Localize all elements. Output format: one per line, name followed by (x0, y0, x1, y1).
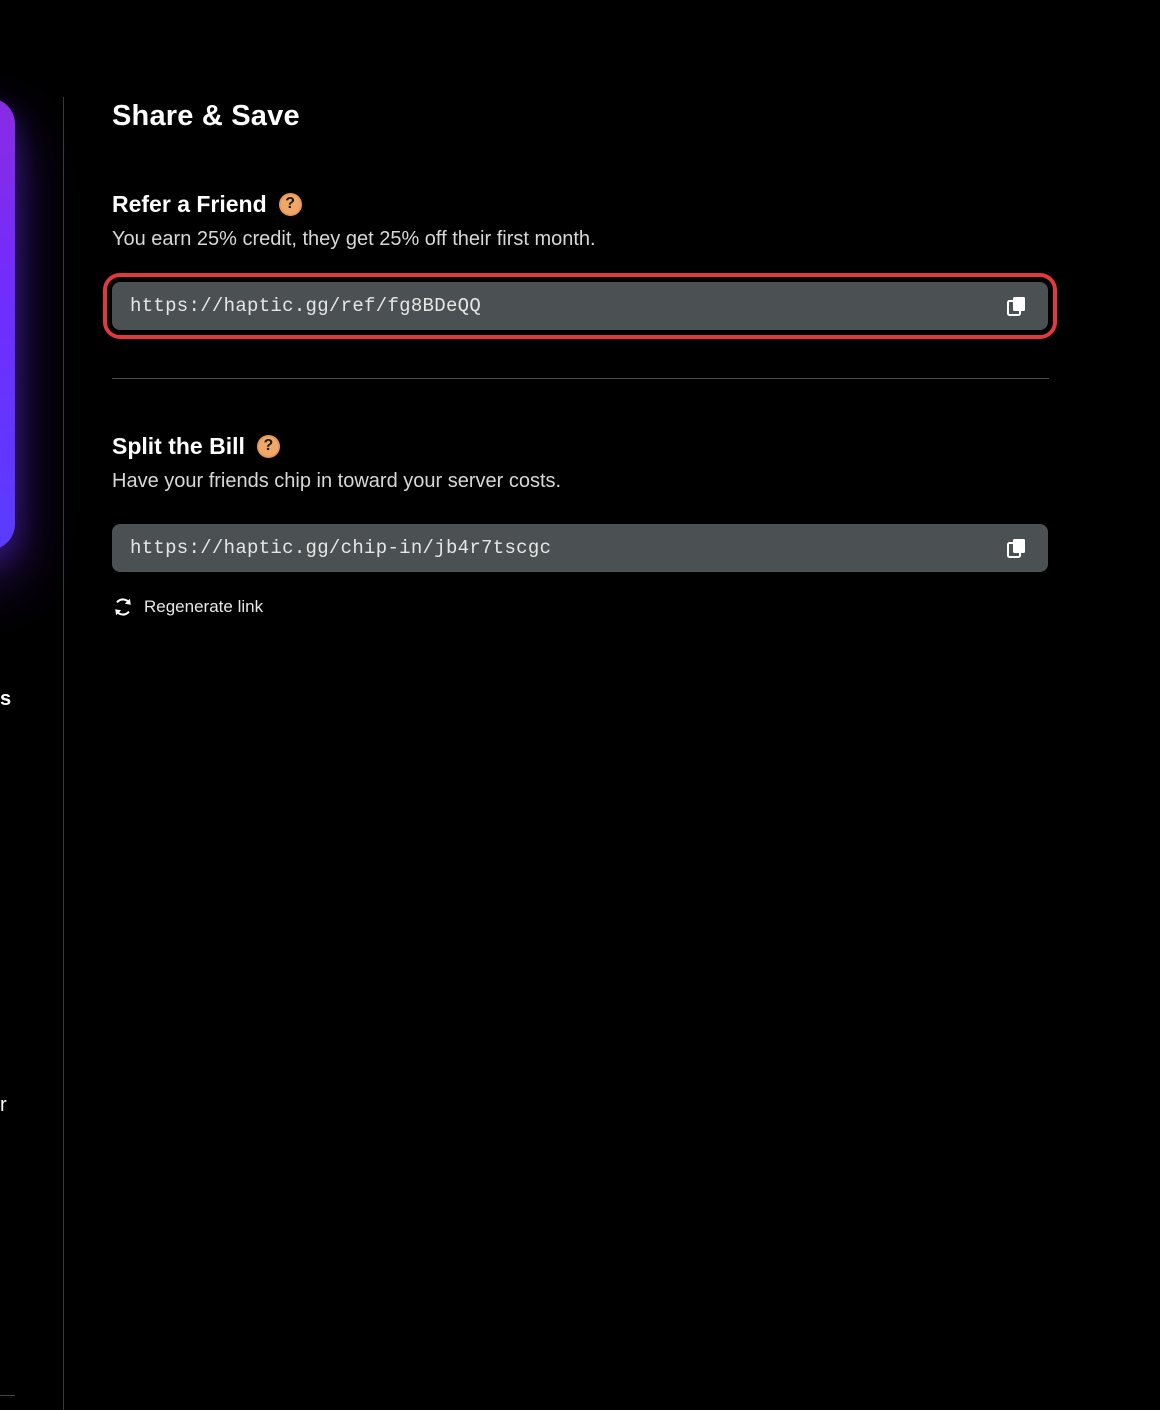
app-window: s r Share & Save Refer a Friend ? You ea… (0, 0, 1160, 1410)
sidebar-divider (0, 1395, 15, 1396)
section-header: Refer a Friend ? (112, 188, 1049, 220)
copy-icon-graphic (1007, 539, 1025, 558)
copy-icon[interactable] (1004, 535, 1030, 561)
chip-in-link-text[interactable]: https://haptic.gg/chip-in/jb4r7tscgc (130, 537, 1004, 559)
refresh-icon (115, 598, 131, 616)
copy-icon[interactable] (1004, 293, 1030, 319)
section-title: Refer a Friend (112, 190, 267, 217)
chip-in-link-field[interactable]: https://haptic.gg/chip-in/jb4r7tscgc (112, 524, 1048, 572)
referral-link-field[interactable]: https://haptic.gg/ref/fg8BDeQQ (103, 273, 1057, 339)
section-title: Split the Bill (112, 432, 245, 459)
section-description: You earn 25% credit, they get 25% off th… (112, 228, 596, 250)
vertical-divider (63, 97, 64, 1410)
question-icon[interactable]: ? (278, 192, 302, 216)
section-description: Have your friends chip in toward your se… (112, 470, 562, 492)
split-the-bill-section: Split the Bill ? Have your friends chip … (112, 430, 1049, 616)
page-title: Share & Save (112, 100, 300, 132)
refer-a-friend-section: Refer a Friend ? You earn 25% credit, th… (103, 188, 1057, 339)
copy-icon-graphic (1007, 297, 1025, 316)
sidebar-text-fragment[interactable]: s (0, 688, 11, 711)
regenerate-link-label: Regenerate link (144, 597, 264, 616)
share-and-save-panel: Share & Save Refer a Friend ? You earn 2… (103, 98, 1057, 616)
section-header: Split the Bill ? (112, 430, 1049, 462)
question-icon[interactable]: ? (256, 434, 280, 458)
sidebar-promo-card[interactable] (0, 98, 15, 550)
sidebar-text-fragment[interactable]: r (0, 1094, 7, 1117)
referral-link-text[interactable]: https://haptic.gg/ref/fg8BDeQQ (130, 295, 1004, 317)
section-divider (112, 378, 1049, 379)
regenerate-link-button[interactable]: Regenerate link (112, 596, 263, 618)
